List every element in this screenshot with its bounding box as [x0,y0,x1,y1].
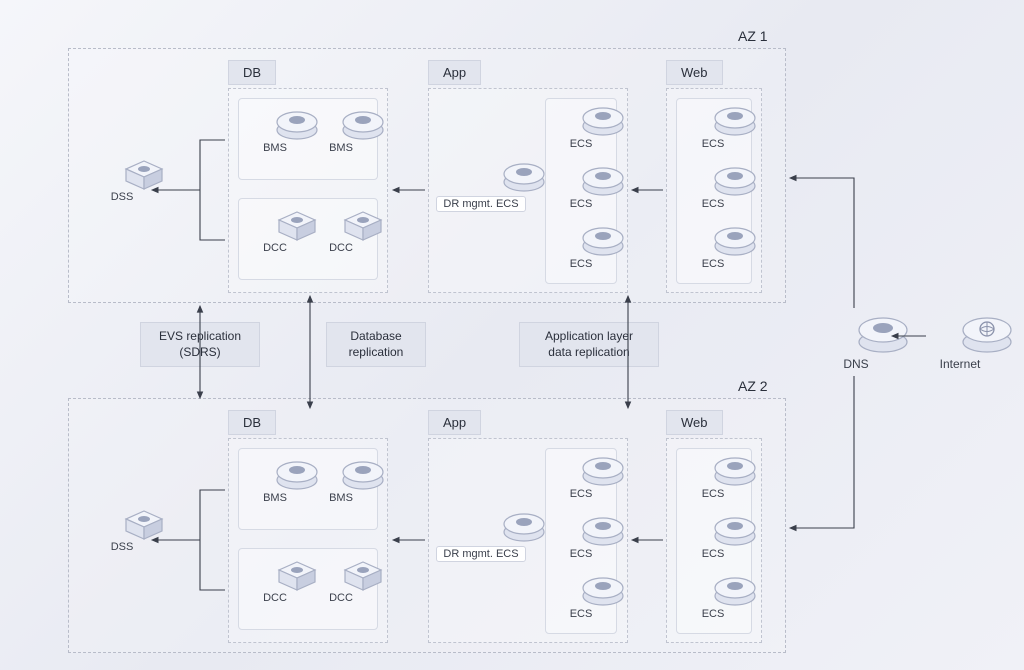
dns-icon [829,312,883,354]
server-icon [253,108,297,140]
az2-dr-mgmt: DR mgmt. ECS [436,510,526,562]
az1-web-label: Web [666,60,723,85]
az2-web-ecs3: ECS [690,574,736,620]
az2-dss-node: DSS [95,507,149,553]
az1-db-label: DB [228,60,276,85]
az1-dcc2: DCC [318,208,364,254]
app-replication-label: Application layerdata replication [519,322,659,367]
compute-icon [253,558,297,590]
bms-label: BMS [252,492,298,504]
ecs-label: ECS [558,258,604,270]
az1-app-label: App [428,60,481,85]
dns-label: DNS [826,357,886,371]
compute-icon [319,558,363,590]
az1-app-ecs2: ECS [558,164,604,210]
dcc-label: DCC [252,592,298,604]
az2-dcc2: DCC [318,558,364,604]
server-icon [459,160,503,192]
app-text: Application layerdata replication [545,329,633,359]
dr-mgmt-label: DR mgmt. ECS [436,196,525,212]
server-icon [691,224,735,256]
server-icon [691,454,735,486]
az1-bms1: BMS [252,108,298,154]
server-icon [319,108,363,140]
evs-text: EVS replication(SDRS) [159,329,241,359]
az1-dcc1: DCC [252,208,298,254]
ecs-label: ECS [690,138,736,150]
server-icon [559,224,603,256]
internet-node: Internet [930,312,990,371]
az2-label: AZ 2 [738,378,768,394]
storage-icon [100,157,144,189]
server-icon [253,458,297,490]
az2-app-ecs2: ECS [558,514,604,560]
ecs-label: ECS [690,608,736,620]
server-icon [691,164,735,196]
az2-web-ecs1: ECS [690,454,736,500]
server-icon [459,510,503,542]
az1-dss-node: DSS [95,157,149,203]
ecs-label: ECS [690,198,736,210]
az1-dr-mgmt: DR mgmt. ECS [436,160,526,212]
az1-web-ecs3: ECS [690,224,736,270]
db-replication-label: Databasereplication [326,322,426,367]
dss-label: DSS [95,191,149,203]
compute-icon [253,208,297,240]
az2-dcc1: DCC [252,558,298,604]
az2-web-ecs2: ECS [690,514,736,560]
dr-mgmt-label: DR mgmt. ECS [436,546,525,562]
az1-web-ecs1: ECS [690,104,736,150]
az2-app-ecs1: ECS [558,454,604,500]
az2-bms2: BMS [318,458,364,504]
server-icon [691,104,735,136]
bms-label: BMS [318,492,364,504]
server-icon [559,574,603,606]
ecs-label: ECS [558,198,604,210]
server-icon [691,574,735,606]
dcc-label: DCC [318,242,364,254]
server-icon [559,514,603,546]
server-icon [559,104,603,136]
az1-label: AZ 1 [738,28,768,44]
ecs-label: ECS [558,488,604,500]
storage-icon [100,507,144,539]
evs-replication-label: EVS replication(SDRS) [140,322,260,367]
az1-bms2: BMS [318,108,364,154]
az2-bms1: BMS [252,458,298,504]
globe-icon [933,312,987,354]
bms-label: BMS [318,142,364,154]
az1-app-ecs1: ECS [558,104,604,150]
server-icon [319,458,363,490]
db-text: Databasereplication [349,329,404,359]
ecs-label: ECS [690,548,736,560]
ecs-label: ECS [690,258,736,270]
server-icon [559,454,603,486]
ecs-label: ECS [558,548,604,560]
compute-icon [319,208,363,240]
server-icon [559,164,603,196]
dcc-label: DCC [318,592,364,604]
ecs-label: ECS [558,608,604,620]
az1-app-ecs3: ECS [558,224,604,270]
internet-label: Internet [930,357,990,371]
az2-web-label: Web [666,410,723,435]
dss-label: DSS [95,541,149,553]
dns-node: DNS [826,312,886,371]
az2-app-label: App [428,410,481,435]
dcc-label: DCC [252,242,298,254]
az2-db-label: DB [228,410,276,435]
az1-web-ecs2: ECS [690,164,736,210]
ecs-label: ECS [558,138,604,150]
ecs-label: ECS [690,488,736,500]
architecture-diagram: AZ 1 DSS DB BMS BMS DCC DCC App DR mgmt.… [0,0,1024,670]
server-icon [691,514,735,546]
az2-app-ecs3: ECS [558,574,604,620]
bms-label: BMS [252,142,298,154]
